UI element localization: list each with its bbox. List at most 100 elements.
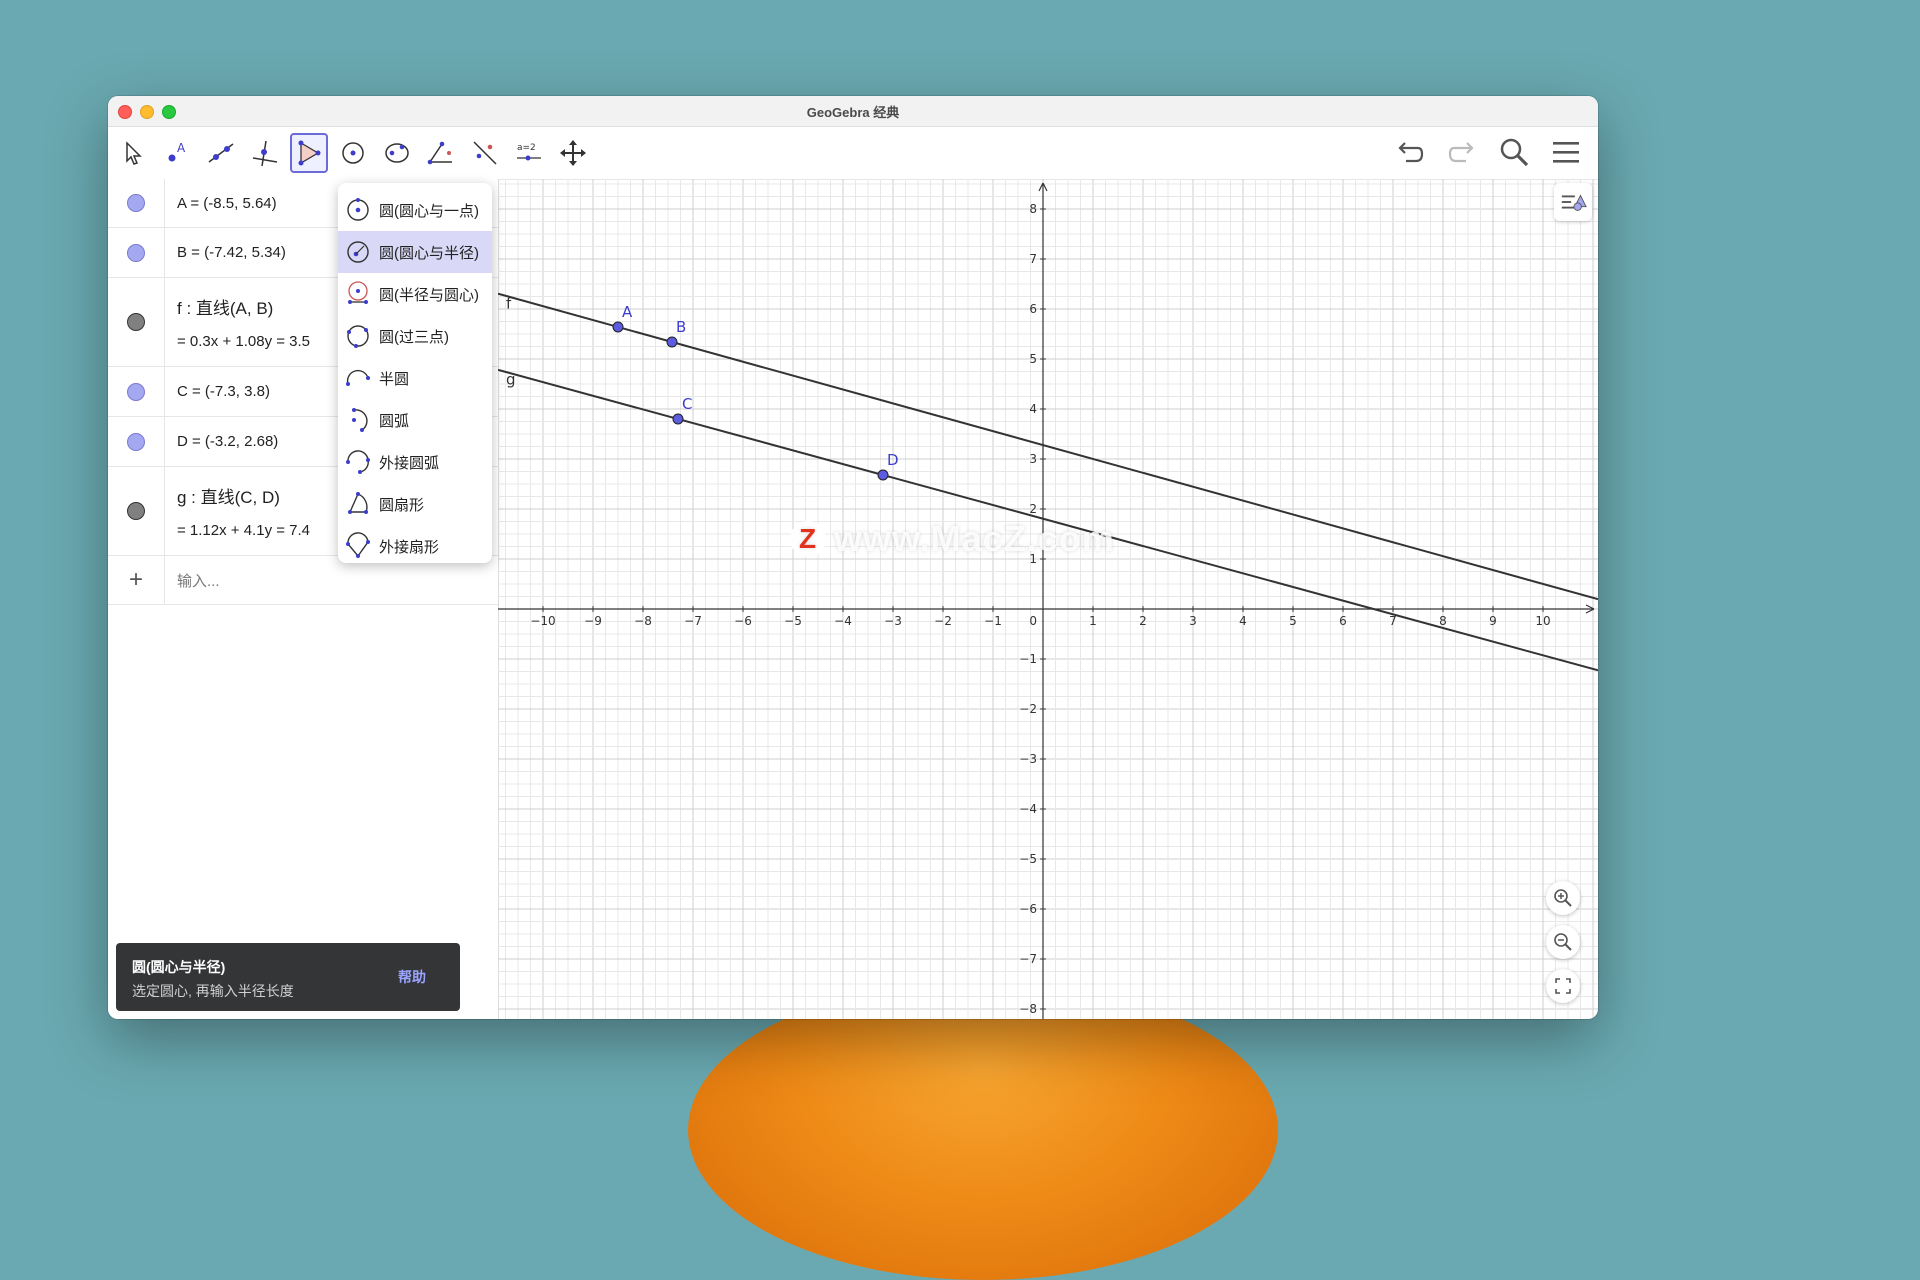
search-button[interactable] xyxy=(1496,133,1532,171)
redo-button[interactable] xyxy=(1444,133,1480,171)
algebra-item: f : 直线(A, B) = 0.3x + 1.08y = 3.5 xyxy=(165,278,310,366)
perpendicular-tool[interactable] xyxy=(246,133,284,173)
angle-icon xyxy=(427,141,452,165)
fullscreen-icon xyxy=(1555,978,1571,994)
algebra-item: B = (-7.42, 5.34) xyxy=(165,228,286,277)
y-tick-label: 2 xyxy=(1029,502,1037,516)
dropdown-item-arc[interactable]: 圆弧 xyxy=(338,399,492,441)
point-marker-icon xyxy=(127,382,145,401)
circle-center-radius-icon xyxy=(347,241,369,263)
dropdown-item-circle-three-points[interactable]: 圆(过三点) xyxy=(338,315,492,357)
desktop-wallpaper-orange xyxy=(688,980,1278,1280)
graphics-view[interactable]: −10 −9 −8 −7 −6 −5 −4 −3 −2 −1 1 2 3 4 5 6 7 8 9 10 8 7 6 5 4 3 2 1… xyxy=(498,179,1598,1019)
visibility-toggle[interactable] xyxy=(108,179,165,227)
algebra-definition: g : 直线(C, D) xyxy=(177,488,280,507)
visibility-toggle[interactable] xyxy=(108,467,165,555)
x-tick-label: −4 xyxy=(834,614,852,628)
algebra-definition: D = (-3.2, 2.68) xyxy=(177,433,279,450)
dropdown-item-label: 半圆 xyxy=(379,370,410,388)
y-tick-label: 8 xyxy=(1029,202,1037,216)
algebra-definition: C = (-7.3, 3.8) xyxy=(177,383,270,400)
dropdown-item-compass[interactable]: 圆(半径与圆心) xyxy=(338,273,492,315)
y-tick-label: −8 xyxy=(1019,1002,1037,1016)
toolbar-right xyxy=(1392,133,1584,171)
y-tick-label: 4 xyxy=(1029,402,1037,416)
angle-tool[interactable] xyxy=(422,133,460,173)
x-tick-label: 8 xyxy=(1439,614,1447,628)
coordinate-plane[interactable]: −10 −9 −8 −7 −6 −5 −4 −3 −2 −1 1 2 3 4 5 6 7 8 9 1087654321… xyxy=(498,179,1598,1019)
maximize-window-button[interactable] xyxy=(162,105,176,119)
point-label-D: D xyxy=(887,451,899,469)
help-button[interactable]: 帮助 xyxy=(398,967,426,987)
perpendicular-icon xyxy=(252,140,278,167)
main-content: A = (-8.5, 5.64) B = (-7.42, 5.34) f : 直… xyxy=(108,179,1598,1019)
visibility-toggle[interactable] xyxy=(108,228,165,277)
point-C xyxy=(672,413,684,425)
slider-tool[interactable]: a=2 xyxy=(510,133,548,173)
line-label-g: g xyxy=(506,371,516,389)
visibility-toggle[interactable] xyxy=(108,417,165,466)
move-tool[interactable] xyxy=(114,133,152,173)
y-tick-label: −3 xyxy=(1019,752,1037,766)
window-title: GeoGebra 经典 xyxy=(806,104,900,120)
algebra-input[interactable]: 输入... xyxy=(165,556,220,604)
point-label-B: B xyxy=(676,318,686,336)
circumcircular-arc-icon xyxy=(346,450,370,474)
reflect-tool[interactable] xyxy=(466,133,504,173)
algebra-definition: A = (-8.5, 5.64) xyxy=(177,194,277,212)
ellipse-tool[interactable] xyxy=(378,133,416,173)
zoom-in-button[interactable] xyxy=(1546,881,1580,915)
line-label-f: f xyxy=(506,294,512,312)
x-tick-label: −10 xyxy=(530,614,555,628)
x-tick-label: −2 xyxy=(934,614,952,628)
move-cross-icon xyxy=(560,140,586,166)
circle-three-points-icon xyxy=(347,325,369,348)
fullscreen-button[interactable] xyxy=(1546,969,1580,1003)
y-tick-label: −1 xyxy=(1019,652,1037,666)
y-tick-label: 7 xyxy=(1029,252,1037,266)
point-label-C: C xyxy=(682,395,692,413)
window-controls xyxy=(118,105,176,119)
dropdown-item-label: 外接扇形 xyxy=(379,538,440,556)
dropdown-item-semicircle[interactable]: 半圆 xyxy=(338,357,492,399)
algebra-value: = 0.3x + 1.08y = 3.5 xyxy=(177,333,311,350)
visibility-toggle[interactable] xyxy=(108,278,165,366)
point-marker-icon xyxy=(127,432,145,451)
visibility-toggle[interactable] xyxy=(108,367,165,416)
semicircle-icon xyxy=(346,369,370,386)
redo-icon xyxy=(1448,142,1474,163)
x-tick-label: 10 xyxy=(1535,614,1550,628)
dropdown-item-sector[interactable]: 圆扇形 xyxy=(338,483,492,525)
zoom-out-button[interactable] xyxy=(1546,925,1580,959)
x-tick-label: −3 xyxy=(884,614,902,628)
circle-tool[interactable] xyxy=(334,133,372,173)
svg-text:a=2: a=2 xyxy=(517,143,536,153)
main-menu-button[interactable] xyxy=(1548,133,1584,171)
move-graphics-tool[interactable] xyxy=(554,133,592,173)
x-tick-label: 2 xyxy=(1139,614,1147,628)
x-tick-label: 5 xyxy=(1289,614,1297,628)
line-icon xyxy=(208,143,234,163)
point-marker-icon xyxy=(127,243,145,262)
title-bar: GeoGebra 经典 xyxy=(108,96,1598,127)
undo-button[interactable] xyxy=(1392,133,1428,171)
polygon-tool[interactable] xyxy=(290,133,328,173)
algebra-view: A = (-8.5, 5.64) B = (-7.42, 5.34) f : 直… xyxy=(108,179,499,1019)
style-bar-toggle-button[interactable] xyxy=(1554,183,1592,221)
dropdown-item-circumcircular-arc[interactable]: 外接圆弧 xyxy=(338,441,492,483)
point-tool[interactable]: A xyxy=(158,133,196,173)
add-item-button[interactable]: + xyxy=(108,556,165,604)
algebra-definition: f : 直线(A, B) xyxy=(177,299,274,318)
line-tool[interactable] xyxy=(202,133,240,173)
x-tick-label: −8 xyxy=(634,614,652,628)
dropdown-item-circle-center-point[interactable]: 圆(圆心与一点) xyxy=(338,189,492,231)
circle-center-point-icon xyxy=(347,198,369,221)
close-window-button[interactable] xyxy=(118,105,132,119)
minimize-window-button[interactable] xyxy=(140,105,154,119)
dropdown-item-circle-center-radius[interactable]: 圆(圆心与半径) xyxy=(338,231,492,273)
dropdown-item-label: 圆(过三点) xyxy=(379,328,449,346)
dropdown-item-circumcircular-sector[interactable]: 外接扇形 xyxy=(338,525,492,567)
point-B xyxy=(666,336,678,348)
y-tick-label: 6 xyxy=(1029,302,1037,316)
line-g xyxy=(498,368,1598,672)
